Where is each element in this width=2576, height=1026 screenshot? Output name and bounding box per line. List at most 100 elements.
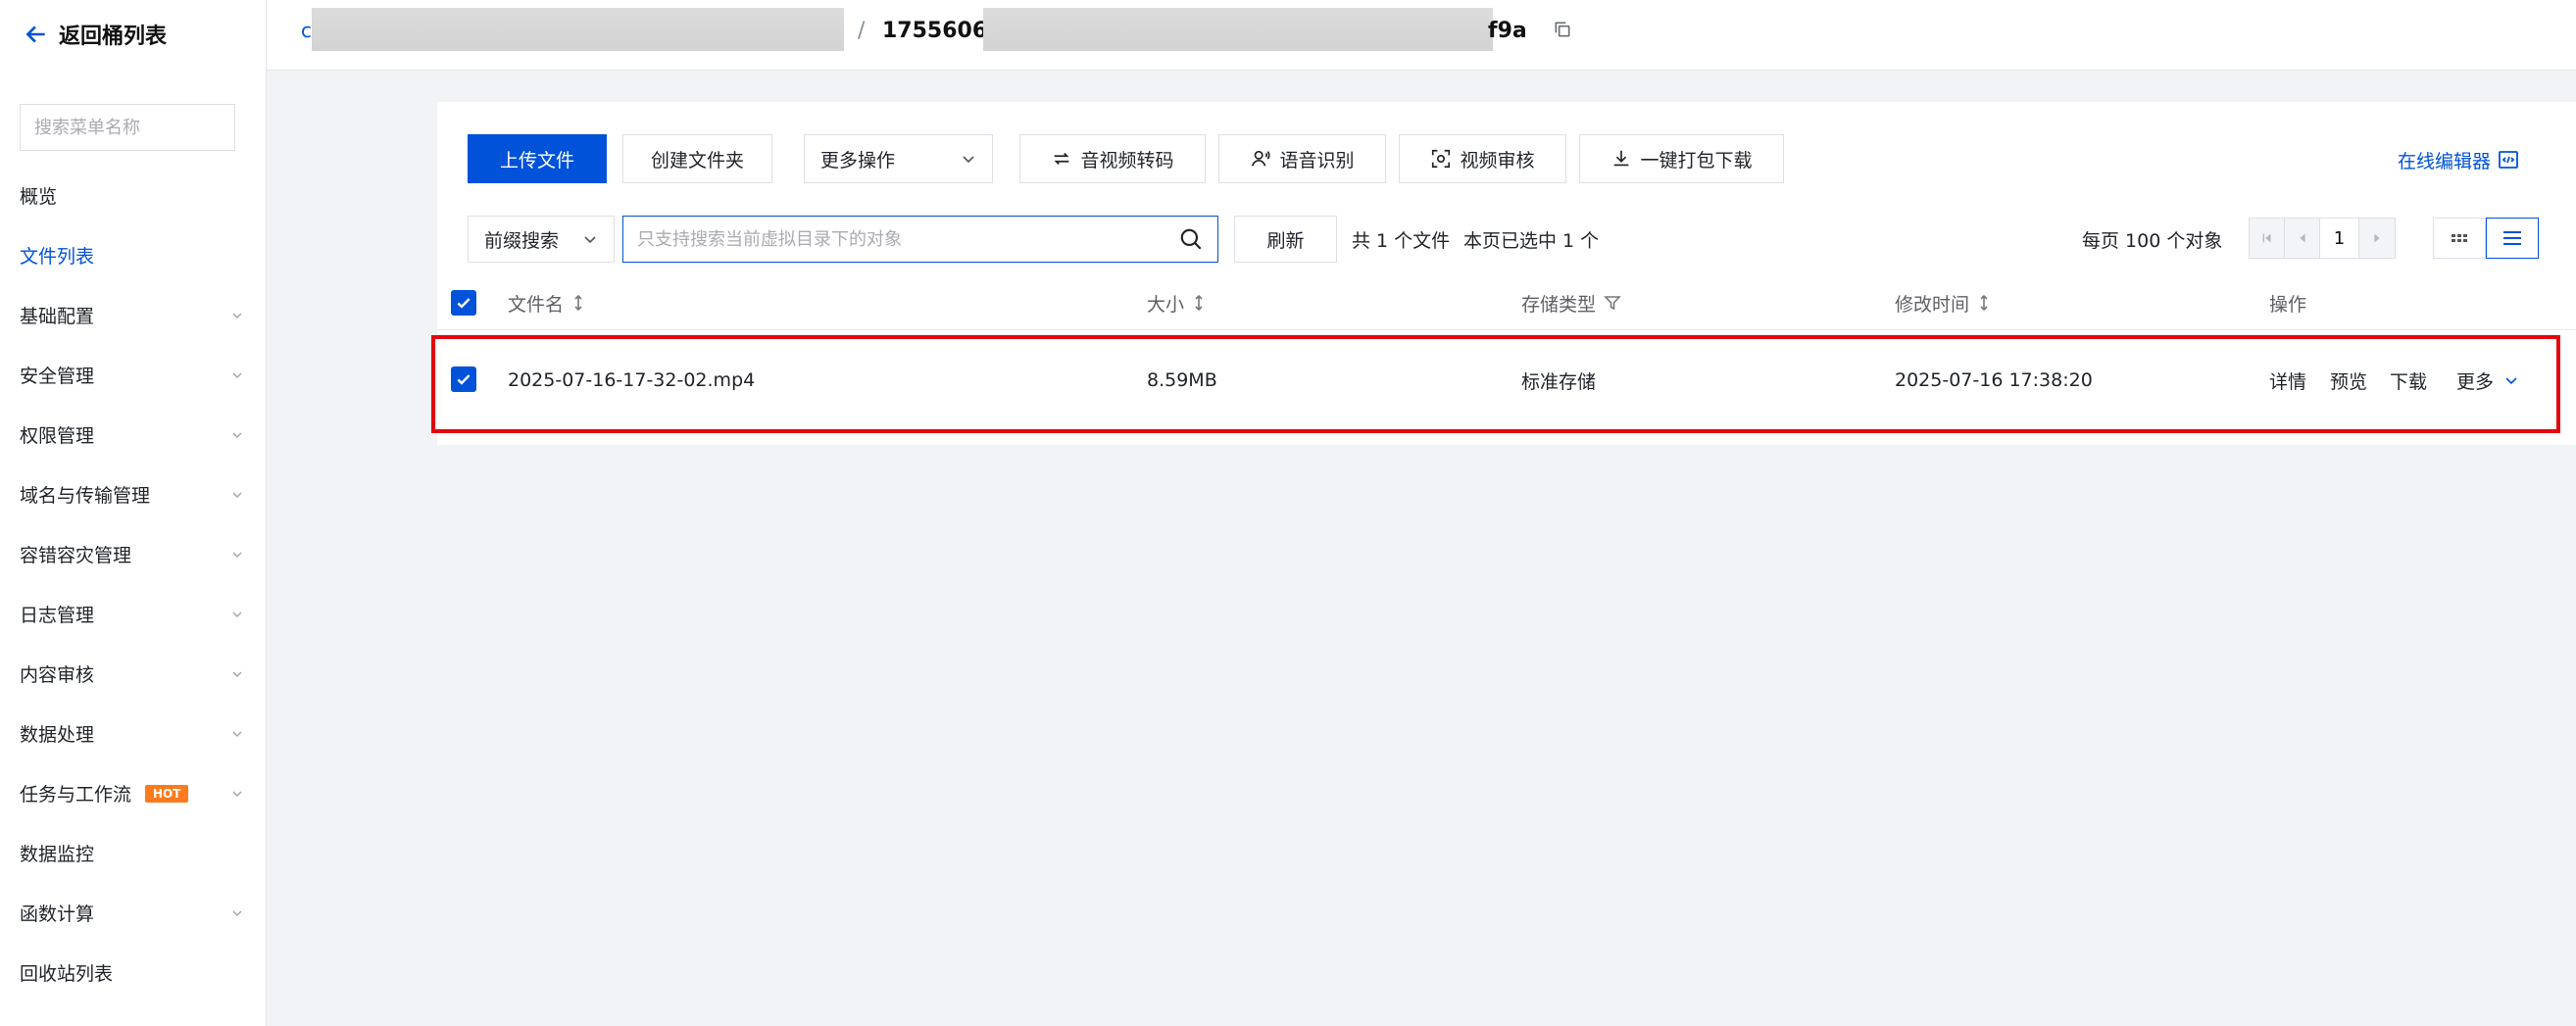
sidebar-item[interactable]: 数据处理 (0, 704, 267, 763)
search-mode-dropdown[interactable]: 前缀搜索 (468, 216, 615, 263)
column-header-name[interactable]: 文件名 (508, 288, 585, 318)
storage-type: 标准存储 (1521, 370, 1597, 393)
total-count: 共 1 个文件 (1352, 229, 1451, 252)
online-editor-link[interactable]: 在线编辑器 (2398, 146, 2520, 173)
path-end: f9a (1488, 18, 1527, 43)
sort-icon (1980, 294, 1988, 312)
speech-recognition-button[interactable]: 语音识别 (1218, 134, 1386, 183)
arrow-left-icon (25, 25, 45, 43)
back-label: 返回桶列表 (59, 24, 168, 49)
next-page-icon (2374, 233, 2380, 243)
header-divider (437, 329, 2576, 330)
checkmark-icon (457, 298, 471, 309)
sidebar-item-label: 域名与传输管理 (20, 485, 151, 507)
selected-count: 本页已选中 1 个 (1463, 229, 1600, 252)
chevron-down-icon (232, 731, 242, 737)
create-folder-button[interactable]: 创建文件夹 (622, 134, 772, 183)
download-link[interactable]: 下载 (2390, 365, 2427, 396)
prev-page-icon (2299, 233, 2305, 243)
row-checkbox[interactable] (451, 366, 476, 392)
chevron-down-icon (232, 611, 242, 617)
speech-icon (1252, 150, 1271, 167)
object-search (622, 216, 1218, 263)
sidebar-item-label: 文件列表 (20, 246, 95, 268)
menu-search-input[interactable] (34, 117, 255, 138)
copy-icon[interactable] (1553, 20, 1572, 39)
page-number[interactable]: 1 (2320, 219, 2359, 258)
sidebar-item-label: 安全管理 (20, 366, 95, 387)
sidebar-item[interactable]: 任务与工作流 HOT (0, 763, 267, 823)
more-actions-link[interactable]: 更多 (2456, 365, 2519, 396)
search-icon[interactable] (1178, 226, 1204, 252)
av-transcode-label: 音视频转码 (1080, 149, 1174, 171)
column-storage-label: 存储类型 (1521, 293, 1597, 316)
chevron-down-icon (232, 492, 242, 498)
upload-file-button[interactable]: 上传文件 (468, 134, 607, 183)
column-modified-label: 修改时间 (1895, 293, 1970, 316)
av-transcode-button[interactable]: 音视频转码 (1019, 134, 1206, 183)
first-page-icon (2262, 233, 2270, 243)
pack-download-label: 一键打包下载 (1640, 149, 1753, 171)
sidebar-item[interactable]: 回收站列表 (0, 943, 267, 1002)
chevron-down-icon (232, 552, 242, 558)
sidebar-item[interactable]: 日志管理 (0, 584, 267, 644)
chevron-down-icon (232, 910, 242, 916)
sidebar-item-label: 回收站列表 (20, 963, 114, 985)
breadcrumb-separator: / (858, 18, 866, 43)
sidebar-item[interactable]: 函数计算 (0, 883, 267, 943)
online-editor-label: 在线编辑器 (2398, 150, 2492, 172)
sidebar-item-label: 函数计算 (20, 904, 95, 925)
sidebar-item-label: 日志管理 (20, 605, 95, 626)
chevron-down-icon (963, 156, 974, 164)
column-header-storage[interactable]: 存储类型 (1521, 288, 1621, 318)
header-breadcrumb: c / 17556068 f9a (267, 0, 2576, 71)
sidebar-item[interactable]: 文件列表 (0, 225, 267, 285)
sidebar-item[interactable]: 数据监控 (0, 823, 267, 883)
pack-download-button[interactable]: 一键打包下载 (1579, 134, 1784, 183)
back-to-bucket-list-button[interactable]: 返回桶列表 (24, 18, 167, 51)
sidebar-item[interactable]: 域名与传输管理 (0, 464, 267, 524)
per-page-label: 每页 100 个对象 (2082, 229, 2223, 252)
code-editor-icon (2499, 151, 2518, 169)
download-icon (1614, 150, 1629, 167)
speech-recognition-label: 语音识别 (1279, 149, 1355, 171)
next-page-button[interactable] (2359, 219, 2395, 258)
preview-link[interactable]: 预览 (2330, 365, 2367, 396)
column-header-modified[interactable]: 修改时间 (1895, 288, 1991, 318)
filter-icon (1604, 296, 1621, 311)
video-audit-button[interactable]: 视频审核 (1399, 134, 1566, 183)
sidebar-item[interactable]: 安全管理 (0, 345, 267, 405)
chevron-down-icon (232, 372, 242, 378)
sidebar-item[interactable]: 权限管理 (0, 405, 267, 464)
transcode-icon (1054, 152, 1069, 166)
chevron-down-icon (232, 313, 242, 318)
list-view-button[interactable] (2486, 218, 2539, 259)
object-search-input[interactable] (637, 228, 1178, 250)
refresh-button[interactable]: 刷新 (1234, 216, 1337, 263)
first-page-button[interactable] (2250, 219, 2285, 258)
column-header-size[interactable]: 大小 (1147, 288, 1206, 318)
column-size-label: 大小 (1147, 293, 1185, 316)
sidebar-item-label: 任务与工作流 (20, 784, 132, 806)
list-icon (2503, 231, 2521, 245)
file-name[interactable]: 2025-07-16-17-32-02.mp4 (508, 365, 755, 396)
sidebar-item-label: 容错容灾管理 (20, 545, 132, 566)
sidebar-item-label: 基础配置 (20, 306, 95, 327)
sort-icon (1195, 294, 1203, 312)
sidebar-item-label: 数据处理 (20, 724, 95, 746)
column-name-label: 文件名 (508, 293, 565, 316)
sidebar-item-label: 内容审核 (20, 664, 95, 686)
select-all-checkbox[interactable] (451, 290, 476, 316)
sidebar-item[interactable]: 内容审核 (0, 644, 267, 704)
checkmark-icon (457, 374, 471, 385)
more-actions-dropdown[interactable]: 更多操作 (804, 134, 993, 183)
sidebar-item[interactable]: 基础配置 (0, 285, 267, 345)
bucket-name-link[interactable]: c (301, 0, 312, 61)
file-size: 8.59MB (1147, 369, 1217, 391)
grid-view-button[interactable] (2433, 218, 2486, 259)
sidebar-item[interactable]: 概览 (0, 166, 267, 225)
sidebar-item[interactable]: 容错容灾管理 (0, 524, 267, 584)
details-link[interactable]: 详情 (2269, 365, 2306, 396)
scan-icon (1432, 149, 1451, 169)
prev-page-button[interactable] (2285, 219, 2320, 258)
